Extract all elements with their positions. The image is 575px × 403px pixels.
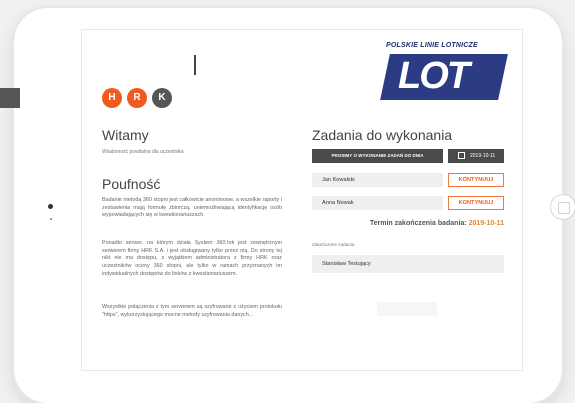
- app-screen: H R K POLSKIE LINIE LOTNICZE LOT Witamy …: [82, 30, 522, 370]
- tasks-table-header: PROSIMY O WYKONANIE ZADAŃ DO DNIA: [312, 149, 443, 163]
- deadline-label: Termin zakończenia badania:: [369, 220, 467, 227]
- deadline-info: Termin zakończenia badania: 2019-10-11: [312, 220, 504, 227]
- welcome-title: Witamy: [102, 127, 149, 143]
- tablet-frame: H R K POLSKIE LINIE LOTNICZE LOT Witamy …: [14, 8, 575, 403]
- tasks-date-header: 2019-10-11: [448, 149, 504, 163]
- logo-divider: [194, 55, 196, 75]
- sensor-dot: [50, 218, 52, 220]
- camera-icon: [48, 204, 53, 209]
- task-row-name: Anna Nowak: [312, 196, 443, 210]
- placeholder-block: [377, 302, 437, 316]
- lot-logo: POLSKIE LINIE LOTNICZE LOT: [380, 42, 522, 108]
- home-button[interactable]: [550, 194, 575, 220]
- calendar-icon: [458, 152, 465, 159]
- privacy-paragraph-2: Ponadto serwer, na którym działa System …: [102, 240, 282, 279]
- hrk-logo-k: K: [152, 88, 172, 108]
- airline-name: POLSKIE LINIE LOTNICZE: [386, 42, 478, 49]
- paragraph-2-text-a: Ponadto serwer, na którym działa: [102, 240, 195, 246]
- side-edge: [0, 88, 20, 108]
- completed-task-row: Stanisław Testujący: [312, 255, 504, 273]
- completed-tasks-label: Zakończone zadania: [312, 242, 355, 247]
- system-name: System 360.hrk: [194, 240, 235, 246]
- privacy-title: Poufność: [102, 176, 161, 192]
- lot-logo-text: LOT: [398, 55, 470, 97]
- tasks-date: 2019-10-11: [470, 153, 496, 159]
- deadline-date: 2019-10-11: [468, 220, 504, 227]
- hrk-logo-h: H: [102, 88, 122, 108]
- welcome-subtitle: Wiadomość powitalna dla uczestnika: [102, 149, 184, 155]
- continue-button[interactable]: KONTYNUUJ: [448, 196, 504, 210]
- privacy-paragraph-1: Badanie metodą 360 stopni jest całkowici…: [102, 197, 282, 219]
- task-row-name: Jan Kowalski: [312, 173, 443, 187]
- continue-button[interactable]: KONTYNUUJ: [448, 173, 504, 187]
- home-square-icon: [558, 202, 570, 214]
- hrk-logo-r: R: [127, 88, 147, 108]
- tasks-title: Zadania do wykonania: [312, 127, 453, 143]
- privacy-paragraph-3: Wszystkie połączenia z tym serwerem są s…: [102, 304, 282, 318]
